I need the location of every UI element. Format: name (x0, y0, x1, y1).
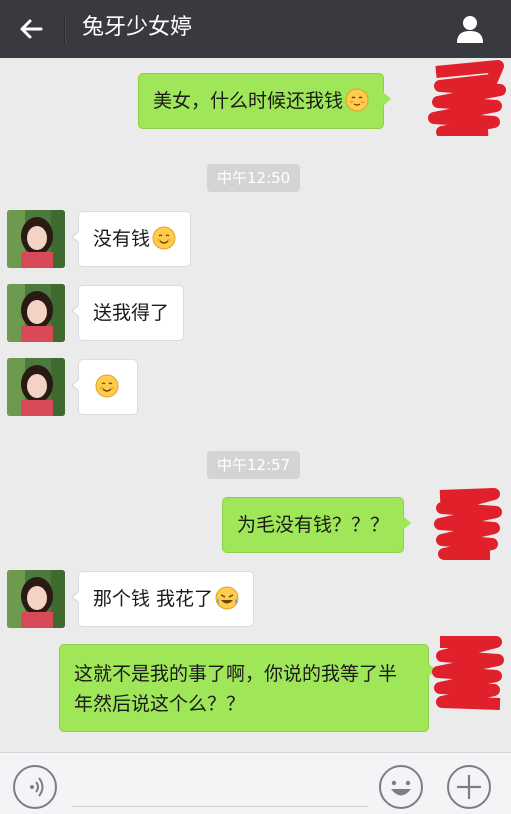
message-bubble-outgoing[interactable]: 这就不是我的事了啊，你说的我等了半年然后说这个么？？ (59, 644, 436, 732)
message-bubble-incoming[interactable]: 没有钱 (70, 211, 192, 267)
laugh-cry-emoji (215, 586, 239, 610)
message-bubble-outgoing[interactable]: 美女，什么时候还我钱 (138, 73, 392, 129)
message-bubble-incoming[interactable]: 那个钱 我花了 (70, 571, 255, 627)
redacted-avatar (434, 488, 502, 560)
message-bubble-incoming[interactable]: 送我得了 (70, 285, 185, 341)
profile-button[interactable] (453, 12, 487, 46)
smile-emoji (95, 374, 119, 398)
input-bar (0, 752, 511, 814)
back-button[interactable] (14, 12, 48, 46)
chat-header: 兔牙少女婷 (0, 0, 511, 58)
message-bubble-incoming[interactable] (71, 359, 138, 415)
avatar-photo (7, 358, 65, 416)
message-list[interactable]: 美女，什么时候还我钱 中午12:50 没有钱 送我得了 中午12:57 为毛没有… (0, 58, 511, 752)
timestamp: 中午12:57 (207, 451, 301, 479)
message-text: 美女，什么时候还我钱 (153, 90, 344, 112)
more-button[interactable] (446, 764, 492, 810)
avatar[interactable] (7, 210, 65, 268)
timestamp: 中午12:50 (207, 164, 301, 192)
avatar[interactable] (7, 358, 65, 416)
voice-button[interactable] (12, 764, 58, 810)
voice-icon (13, 765, 57, 809)
avatar[interactable] (7, 570, 65, 628)
avatar[interactable] (7, 284, 65, 342)
plus-icon (447, 765, 491, 809)
emoji-face-icon (379, 765, 423, 809)
user-icon (457, 16, 483, 43)
message-bubble-outgoing[interactable]: 为毛没有钱？？？ (222, 497, 412, 553)
message-text: 这就不是我的事了啊，你说的我等了半年然后说这个么？？ (74, 663, 398, 715)
avatar-photo (7, 284, 65, 342)
message-text: 送我得了 (93, 302, 170, 324)
message-text: 为毛没有钱？？？ (237, 514, 390, 536)
avatar-photo (7, 570, 65, 628)
message-text: 那个钱 我花了 (93, 588, 214, 610)
redacted-avatar (432, 636, 504, 710)
chat-title: 兔牙少女婷 (82, 15, 193, 40)
header-divider (64, 14, 65, 44)
avatar-photo (7, 210, 65, 268)
arrow-left-icon (20, 19, 43, 39)
redacted-avatar (428, 60, 506, 136)
smile-emoji (152, 226, 176, 250)
message-text: 没有钱 (93, 228, 151, 250)
blush-emoji (345, 88, 369, 112)
emoji-button[interactable] (378, 764, 424, 810)
message-input[interactable] (72, 765, 368, 807)
